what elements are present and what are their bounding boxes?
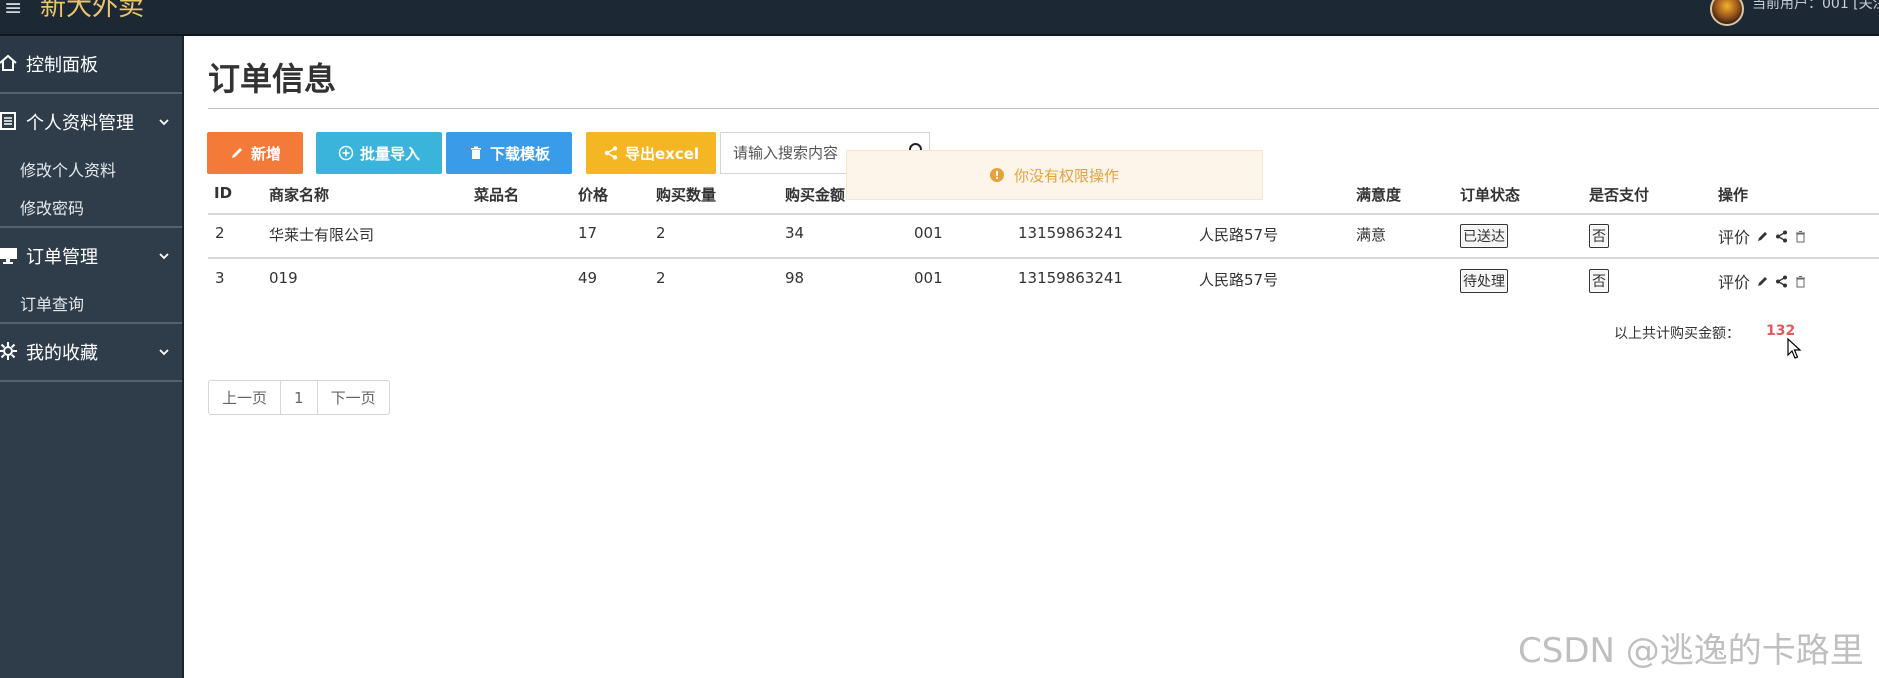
cell-address: 人民路57号: [1199, 271, 1279, 289]
cell-user: 001: [914, 269, 943, 287]
column-header-actions: 操作: [1718, 186, 1749, 204]
paid-status-badge[interactable]: 否: [1589, 269, 1609, 293]
top-bar: ≡ 新大外卖 当前用户：001 [关注]: [0, 0, 1879, 36]
cell-phone: 13159863241: [1018, 269, 1123, 287]
sidebar-item-dashboard[interactable]: 控制面板: [0, 36, 182, 92]
title-divider: [208, 108, 1879, 109]
monitor-icon: [0, 248, 17, 264]
total-amount-label: 以上共计购买金额：: [1614, 326, 1740, 342]
chevron-down-icon: [159, 349, 169, 356]
export-excel-label: 导出excel: [624, 144, 700, 163]
sidebar-group-dashboard: 控制面板: [0, 36, 182, 94]
document-list-icon: [0, 112, 16, 130]
sidebar: 控制面板 个人资料管理 修改个人资料 修改密码 订单管理 订单查询 我的收藏: [0, 36, 184, 678]
trash-icon[interactable]: [1794, 230, 1807, 243]
trash-icon: [470, 146, 481, 159]
batch-import-label: 批量导入: [359, 144, 420, 163]
pencil-icon: [231, 148, 242, 158]
column-header-quantity: 购买数量: [656, 186, 717, 204]
total-amount-value: 132: [1766, 323, 1796, 339]
cell-id: 2: [215, 224, 225, 242]
add-button[interactable]: 新增: [207, 132, 303, 174]
review-link[interactable]: 评价: [1718, 269, 1750, 293]
cell-merchant: 华莱士有限公司: [269, 226, 375, 244]
current-user-label: 当前用户：001 [关注]: [1752, 0, 1879, 12]
sidebar-group-favorites: 我的收藏: [0, 324, 182, 382]
sidebar-subitem-order-query[interactable]: 订单查询: [0, 284, 182, 322]
trash-icon[interactable]: [1794, 275, 1807, 288]
cell-satisfaction: 满意: [1356, 226, 1387, 244]
column-header-amount: 购买金额: [785, 186, 846, 204]
sidebar-subitem-change-password[interactable]: 修改密码: [0, 188, 182, 226]
mouse-cursor-icon: [1787, 338, 1802, 359]
cell-amount: 34: [785, 224, 805, 242]
cell-amount: 98: [785, 269, 805, 287]
table-header-divider: [208, 213, 1879, 215]
download-template-button[interactable]: 下载模板: [446, 132, 572, 174]
page-number-button[interactable]: 1: [281, 381, 318, 414]
sidebar-item-favorites[interactable]: 我的收藏: [0, 324, 182, 380]
column-header-satisfaction: 满意度: [1356, 186, 1402, 204]
app-brand: 新大外卖: [40, 0, 145, 22]
chevron-down-icon: [159, 119, 169, 126]
prev-page-button[interactable]: 上一页: [209, 381, 282, 414]
chevron-down-icon: [159, 253, 169, 260]
sidebar-item-order-management[interactable]: 订单管理: [0, 228, 182, 284]
sidebar-subitem-edit-profile[interactable]: 修改个人资料: [0, 150, 182, 188]
cell-address: 人民路57号: [1199, 226, 1279, 244]
edit-icon[interactable]: [1756, 275, 1769, 288]
share-icon[interactable]: [1775, 275, 1788, 288]
review-link[interactable]: 评价: [1718, 224, 1750, 248]
toast-message: 你没有权限操作: [1013, 166, 1119, 185]
permission-warning-toast: ! 你没有权限操作: [846, 150, 1263, 200]
export-excel-button[interactable]: 导出excel: [586, 132, 716, 174]
hamburger-menu-icon[interactable]: ≡: [4, 0, 22, 20]
plus-circle-icon: [338, 145, 354, 161]
page-title: 订单信息: [208, 60, 337, 98]
column-header-paid: 是否支付: [1589, 186, 1650, 204]
cell-merchant: 019: [269, 269, 298, 287]
batch-import-button[interactable]: 批量导入: [316, 132, 442, 174]
order-status-badge[interactable]: 待处理: [1460, 269, 1508, 293]
warning-icon: !: [989, 168, 1004, 182]
sidebar-item-label: 我的收藏: [26, 343, 98, 364]
cell-price: 17: [578, 224, 598, 242]
cell-quantity: 2: [656, 224, 666, 242]
cell-price: 49: [578, 269, 598, 287]
pagination: 上一页 1 下一页: [208, 380, 390, 415]
next-page-button[interactable]: 下一页: [318, 381, 389, 414]
cell-quantity: 2: [656, 269, 666, 287]
column-header-order-status: 订单状态: [1460, 186, 1521, 204]
sidebar-item-label: 控制面板: [26, 55, 98, 76]
add-button-label: 新增: [250, 144, 281, 163]
paid-status-badge[interactable]: 否: [1589, 224, 1609, 248]
gear-icon: [0, 342, 17, 360]
column-header-id: ID: [214, 184, 233, 202]
download-template-label: 下载模板: [489, 144, 550, 163]
cell-id: 3: [215, 269, 225, 287]
table-row-divider: [208, 257, 1879, 259]
sidebar-item-profile-management[interactable]: 个人资料管理: [0, 94, 182, 150]
cell-phone: 13159863241: [1018, 224, 1123, 242]
column-header-price: 价格: [578, 186, 609, 204]
sidebar-item-label: 订单管理: [26, 247, 98, 268]
share-icon[interactable]: [1775, 230, 1788, 243]
home-icon: [0, 54, 17, 71]
watermark: CSDN @逃逸的卡路里: [1518, 631, 1864, 671]
column-header-merchant: 商家名称: [269, 186, 330, 204]
sidebar-group-profile: 个人资料管理 修改个人资料 修改密码: [0, 94, 182, 228]
row-actions: 评价: [1718, 224, 1807, 248]
row-actions: 评价: [1718, 269, 1807, 293]
cell-user: 001: [914, 224, 943, 242]
column-header-dish: 菜品名: [474, 186, 520, 204]
edit-icon[interactable]: [1756, 230, 1769, 243]
sidebar-item-label: 个人资料管理: [26, 113, 134, 134]
order-status-badge[interactable]: 已送达: [1460, 224, 1508, 248]
share-icon: [604, 146, 618, 160]
main-content: 订单信息 新增 批量导入 下载模板 导出excel ID 商家名称 菜品名 价格…: [186, 36, 1879, 678]
sidebar-group-orders: 订单管理 订单查询: [0, 228, 182, 324]
user-avatar[interactable]: [1710, 0, 1744, 26]
